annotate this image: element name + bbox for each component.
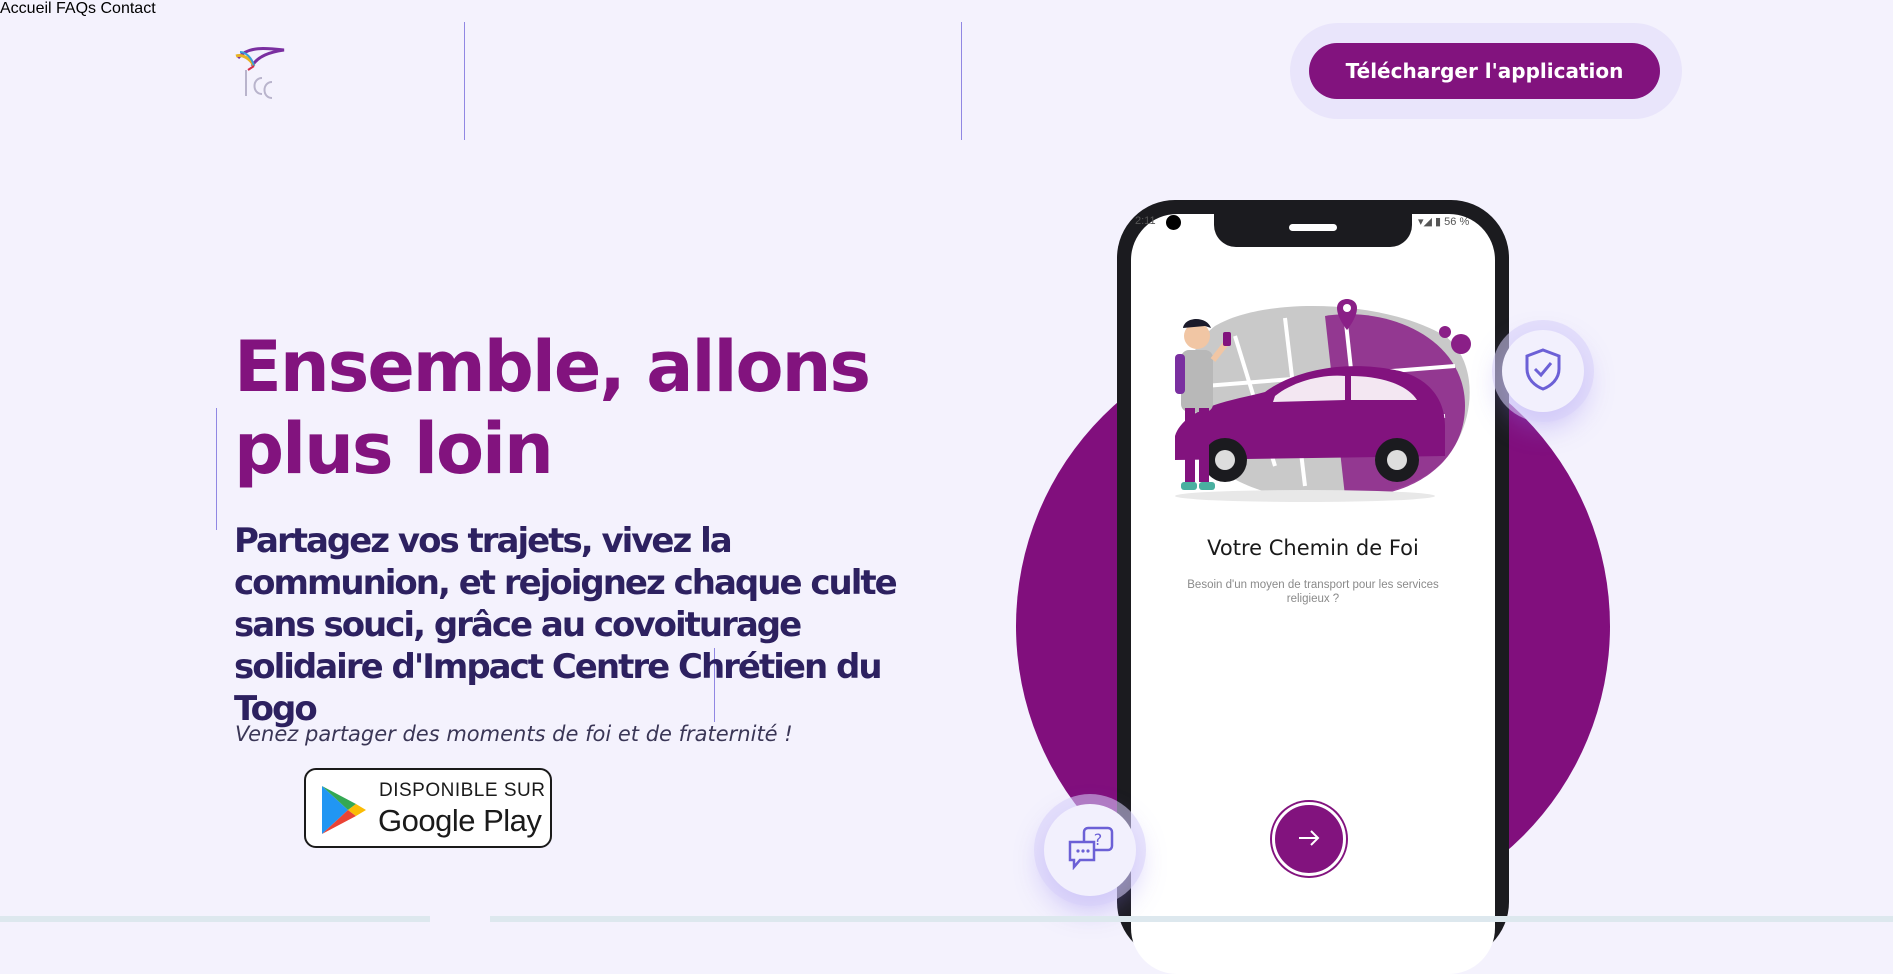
nav-link-contact[interactable]: Contact <box>101 0 156 17</box>
arrow-right-icon <box>1298 829 1320 849</box>
decorative-line <box>464 22 465 140</box>
nav-link-faqs[interactable]: FAQs <box>56 0 96 17</box>
carpool-illustration <box>1145 296 1481 518</box>
nav-link-accueil[interactable]: Accueil <box>0 0 52 17</box>
google-play-icon <box>320 784 368 836</box>
phone-speaker <box>1289 224 1337 231</box>
camera-icon <box>1166 215 1181 230</box>
onboarding-title: Votre Chemin de Foi <box>1207 536 1419 560</box>
chat-question-icon: ? <box>1066 826 1114 875</box>
decorative-line <box>216 408 217 530</box>
brand-logo[interactable] <box>232 44 288 100</box>
badge-store-name: Google Play <box>378 803 542 838</box>
hero-tagline: Venez partager des moments de foi et de … <box>235 722 793 746</box>
download-app-button[interactable]: Télécharger l'application <box>1309 43 1660 99</box>
faq-chat-badge[interactable]: ? <box>1044 804 1136 896</box>
google-play-badge[interactable]: DISPONIBLE SUR Google Play <box>304 768 552 848</box>
status-time: 2:11 <box>1135 215 1156 227</box>
bottom-strip <box>0 916 1893 922</box>
security-badge <box>1502 330 1584 412</box>
badge-available-label: DISPONIBLE SUR <box>379 780 546 801</box>
status-battery: ▾◢ ▮ 56 % <box>1418 216 1470 228</box>
hero-headline: Ensemble, allons plus loin <box>234 326 871 490</box>
shield-check-icon <box>1523 347 1563 396</box>
decorative-line <box>961 22 962 140</box>
main-nav: Accueil FAQs Contact <box>0 0 1893 18</box>
hero-subheadline: Partagez vos trajets, vivez la communion… <box>234 521 898 729</box>
onboarding-description: Besoin d'un moyen de transport pour les … <box>1187 579 1439 605</box>
next-button[interactable] <box>1272 802 1346 876</box>
